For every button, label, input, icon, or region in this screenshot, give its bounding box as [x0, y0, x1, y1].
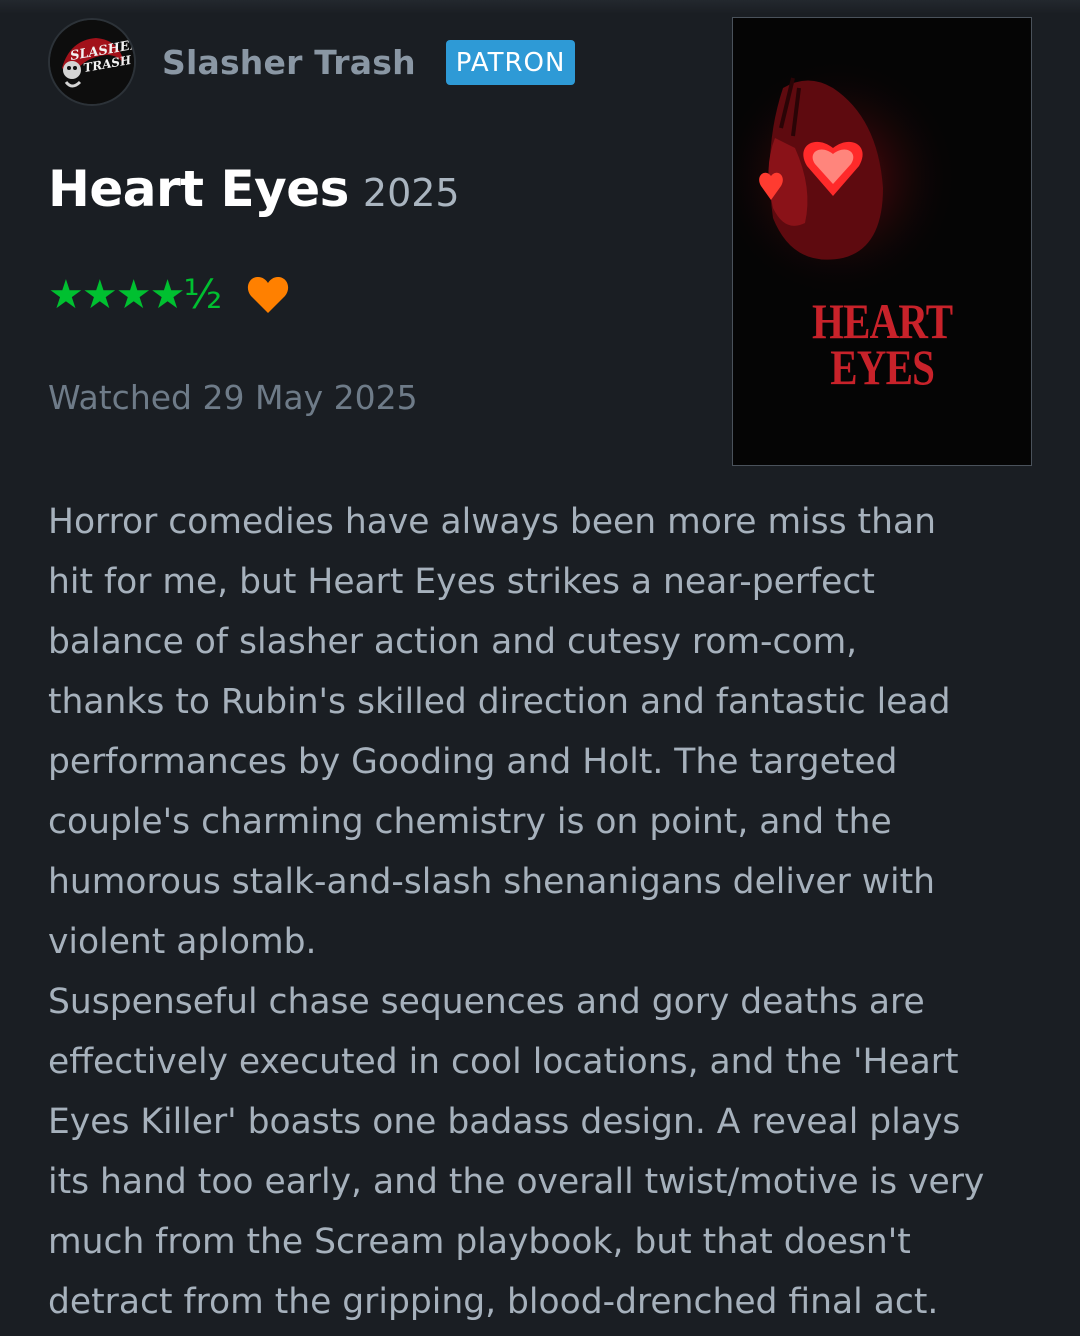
star-rating: ★★★★½ — [48, 272, 222, 318]
review-line: its hand too early, and the overall twis… — [48, 1162, 985, 1202]
review-text: Horror comedies have always been more mi… — [48, 492, 1048, 1332]
review-line: thanks to Rubin's skilled direction and … — [48, 682, 951, 722]
review-line: hit for me, but Heart Eyes strikes a nea… — [48, 562, 875, 602]
review-line: Eyes Killer' boasts one badass design. A… — [48, 1102, 961, 1142]
review-line: humorous stalk-and-slash shenanigans del… — [48, 862, 935, 902]
top-edge — [0, 0, 1080, 14]
review-header: SLASHER TRASH Slasher Trash PATRON — [48, 16, 576, 108]
patron-badge: PATRON — [445, 39, 576, 85]
review-line: detract from the gripping, blood-drenche… — [48, 1282, 939, 1322]
review-line: couple's charming chemistry is on point,… — [48, 802, 892, 842]
review-line: balance of slasher action and cutesy rom… — [48, 622, 858, 662]
review-line: performances by Gooding and Holt. The ta… — [48, 742, 898, 782]
poster-artwork-icon — [733, 18, 1031, 465]
film-title-row: Heart Eyes 2025 — [48, 160, 460, 218]
reviewer-avatar[interactable]: SLASHER TRASH — [48, 18, 136, 106]
avatar-logo-icon: SLASHER TRASH — [50, 20, 134, 104]
review-line: Suspenseful chase sequences and gory dea… — [48, 982, 925, 1022]
reviewer-name[interactable]: Slasher Trash — [162, 43, 416, 82]
film-poster[interactable]: HEART EYES — [732, 17, 1032, 466]
film-title[interactable]: Heart Eyes — [48, 160, 349, 218]
poster-title: HEART EYES — [760, 293, 1004, 395]
rating-row: ★★★★½ — [48, 272, 290, 318]
review-line: much from the Scream playbook, but that … — [48, 1222, 911, 1262]
like-heart-icon — [246, 275, 290, 315]
film-year[interactable]: 2025 — [363, 171, 460, 215]
review-line: violent aplomb. — [48, 922, 317, 962]
review-line: effectively executed in cool locations, … — [48, 1042, 959, 1082]
poster-title-line1: HEART — [812, 293, 953, 349]
review-line: Horror comedies have always been more mi… — [48, 502, 936, 542]
watched-date: Watched 29 May 2025 — [48, 378, 418, 417]
poster-title-line2: EYES — [830, 339, 935, 395]
